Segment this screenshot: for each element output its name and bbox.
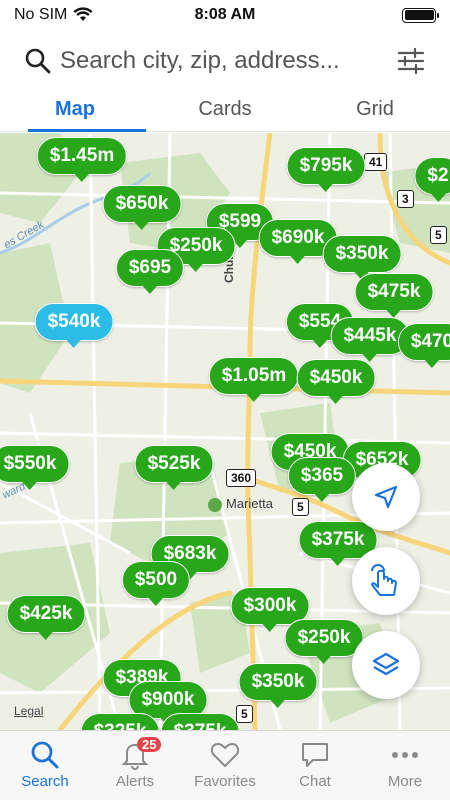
search-input[interactable]: Search city, zip, address... <box>60 47 384 75</box>
nav-search-label: Search <box>21 773 69 790</box>
price-pin[interactable]: $695 <box>115 249 185 287</box>
price-pin[interactable]: $450k <box>296 359 376 397</box>
tab-cards[interactable]: Cards <box>150 92 300 131</box>
nav-chat[interactable]: Chat <box>270 731 360 800</box>
nav-alerts[interactable]: 25 Alerts <box>90 731 180 800</box>
highway-shield: 5 <box>292 498 309 516</box>
touch-draw-icon <box>371 564 397 596</box>
highway-shield: 360 <box>226 469 257 487</box>
price-pin[interactable]: $250k <box>284 619 364 657</box>
nav-search[interactable]: Search <box>0 731 90 800</box>
location-arrow-icon <box>374 485 398 509</box>
filter-sliders-icon[interactable] <box>396 46 426 76</box>
place-label-marietta: Marietta <box>226 496 273 511</box>
search-icon <box>25 48 51 74</box>
price-pin[interactable]: $475k <box>354 273 434 311</box>
more-dots-icon <box>392 752 418 758</box>
highway-shield: 41 <box>364 153 388 171</box>
price-pin[interactable]: $325k <box>80 713 160 730</box>
highway-shield: 3 <box>397 190 414 208</box>
nav-chat-label: Chat <box>299 773 331 790</box>
price-pin[interactable]: $350k <box>238 663 318 701</box>
carrier-label: No SIM <box>14 6 68 23</box>
map-legal-link[interactable]: Legal <box>14 704 43 718</box>
price-pin[interactable]: $365 <box>287 457 357 495</box>
tab-map[interactable]: Map <box>0 92 150 132</box>
heart-icon <box>210 743 240 767</box>
nav-favorites[interactable]: Favorites <box>180 731 270 800</box>
price-pin[interactable]: $795k <box>286 147 366 185</box>
search-bar[interactable]: Search city, zip, address... <box>0 36 450 86</box>
bottom-nav: Search 25 Alerts Favorites Chat More <box>0 730 450 800</box>
price-pin[interactable]: $1.05m <box>208 357 300 395</box>
highway-shield: 5 <box>236 705 253 723</box>
tab-grid[interactable]: Grid <box>300 92 450 131</box>
highway-shield: 5 <box>430 226 447 244</box>
price-pin[interactable]: $470 <box>397 323 450 361</box>
price-pin[interactable]: $350k <box>322 235 402 273</box>
chat-icon <box>302 743 328 767</box>
draw-search-button[interactable] <box>352 547 420 615</box>
status-bar: No SIM 8:08 AM <box>0 0 450 30</box>
nav-alerts-label: Alerts <box>115 773 155 790</box>
map-layers-button[interactable] <box>352 631 420 699</box>
wifi-icon <box>73 7 93 21</box>
price-pin-selected[interactable]: $540k <box>34 303 114 341</box>
nav-more[interactable]: More <box>360 731 450 800</box>
nav-more-label: More <box>387 773 423 790</box>
map-view[interactable]: es Creek ward Church St N Marietta 41 3 … <box>0 133 450 730</box>
view-tabs: Map Cards Grid <box>0 92 450 132</box>
price-pin[interactable]: $2 <box>414 157 450 195</box>
battery-level <box>404 10 434 20</box>
search-icon <box>31 741 59 769</box>
price-pin[interactable]: $525k <box>134 445 214 483</box>
price-pin[interactable]: $1.45m <box>36 137 128 175</box>
price-pin[interactable]: $375k <box>160 713 240 730</box>
nav-favorites-label: Favorites <box>194 773 256 790</box>
price-pin[interactable]: $500 <box>121 561 191 599</box>
layers-icon <box>372 652 400 676</box>
my-location-button[interactable] <box>352 463 420 531</box>
battery-icon <box>402 7 439 23</box>
price-pin[interactable]: $550k <box>0 445 70 483</box>
price-pin[interactable]: $425k <box>6 595 86 633</box>
price-pin[interactable]: $650k <box>102 185 182 223</box>
alerts-badge: 25 <box>137 737 162 752</box>
status-left: No SIM <box>14 6 93 24</box>
